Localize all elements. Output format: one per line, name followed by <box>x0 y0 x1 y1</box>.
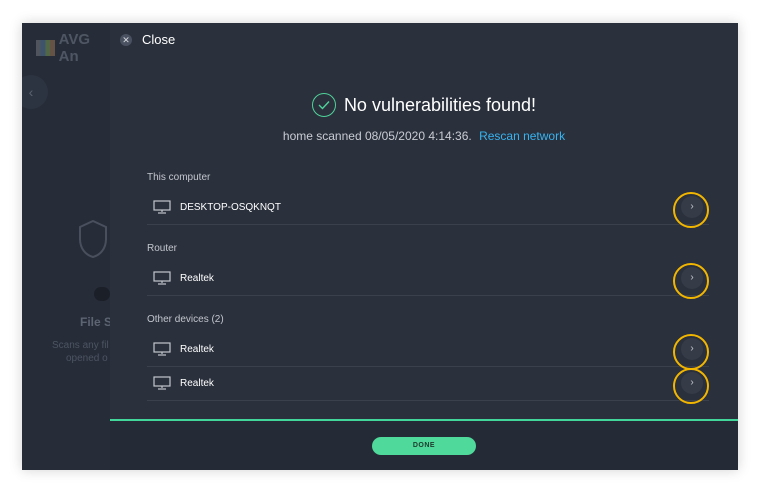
device-row[interactable]: DESKTOP-OSQKNQT › <box>147 190 709 228</box>
highlight-ring <box>673 192 709 228</box>
app-window: AVG An ‹ File S Scans any fil opened o ✕… <box>22 23 738 470</box>
avg-logo-text: AVG An <box>58 31 91 65</box>
background-toggle <box>94 287 110 301</box>
scan-timestamp: home scanned 08/05/2020 4:14:36. <box>282 129 472 143</box>
device-row[interactable]: Realtek › <box>147 366 709 404</box>
highlight-ring <box>673 334 709 370</box>
background-desc-line-2: opened o <box>66 353 108 364</box>
monitor-icon <box>153 200 171 214</box>
device-name: Realtek <box>180 343 214 355</box>
chevron-right-icon[interactable]: › <box>673 263 709 299</box>
background-desc-line-1: Scans any fil <box>52 340 109 351</box>
shield-icon <box>79 219 107 259</box>
background-feature-title: File S <box>80 315 113 329</box>
scan-results-dialog: ✕ Close No vulnerabilities found! home s… <box>110 23 738 470</box>
avg-logo: AVG An <box>36 31 110 65</box>
background-app: AVG An ‹ File S Scans any fil opened o <box>22 23 113 470</box>
highlight-ring <box>673 368 709 404</box>
section-label-other-devices: Other devices (2) <box>147 314 224 325</box>
close-icon: ✕ <box>120 33 132 46</box>
chevron-right-icon[interactable]: › <box>673 192 709 228</box>
avg-logo-mark <box>36 40 55 56</box>
close-button[interactable]: ✕ Close <box>120 32 175 47</box>
scan-summary: home scanned 08/05/2020 4:14:36. Rescan … <box>110 129 738 143</box>
done-button[interactable]: DONE <box>372 437 476 455</box>
rescan-network-link[interactable]: Rescan network <box>479 129 565 143</box>
monitor-icon <box>153 376 171 390</box>
scan-status: No vulnerabilities found! <box>110 93 738 117</box>
device-row[interactable]: Realtek › <box>147 332 709 370</box>
chevron-right-icon[interactable]: › <box>673 368 709 404</box>
section-label-router: Router <box>147 243 178 254</box>
section-label-this-computer: This computer <box>147 172 211 183</box>
highlight-ring <box>673 263 709 299</box>
check-circle-icon <box>311 93 336 117</box>
device-name: DESKTOP-OSQKNQT <box>180 201 281 213</box>
monitor-icon <box>153 271 171 285</box>
chevron-right-icon[interactable]: › <box>673 334 709 370</box>
monitor-icon <box>153 342 171 356</box>
background-feature-desc: Scans any fil opened o <box>52 339 109 365</box>
status-title: No vulnerabilities found! <box>343 94 537 115</box>
back-arrow-icon: ‹ <box>22 75 48 109</box>
device-name: Realtek <box>180 377 214 389</box>
close-label: Close <box>142 32 176 47</box>
dialog-footer: DONE <box>110 421 738 470</box>
device-row[interactable]: Realtek › <box>147 261 709 299</box>
device-name: Realtek <box>180 272 214 284</box>
